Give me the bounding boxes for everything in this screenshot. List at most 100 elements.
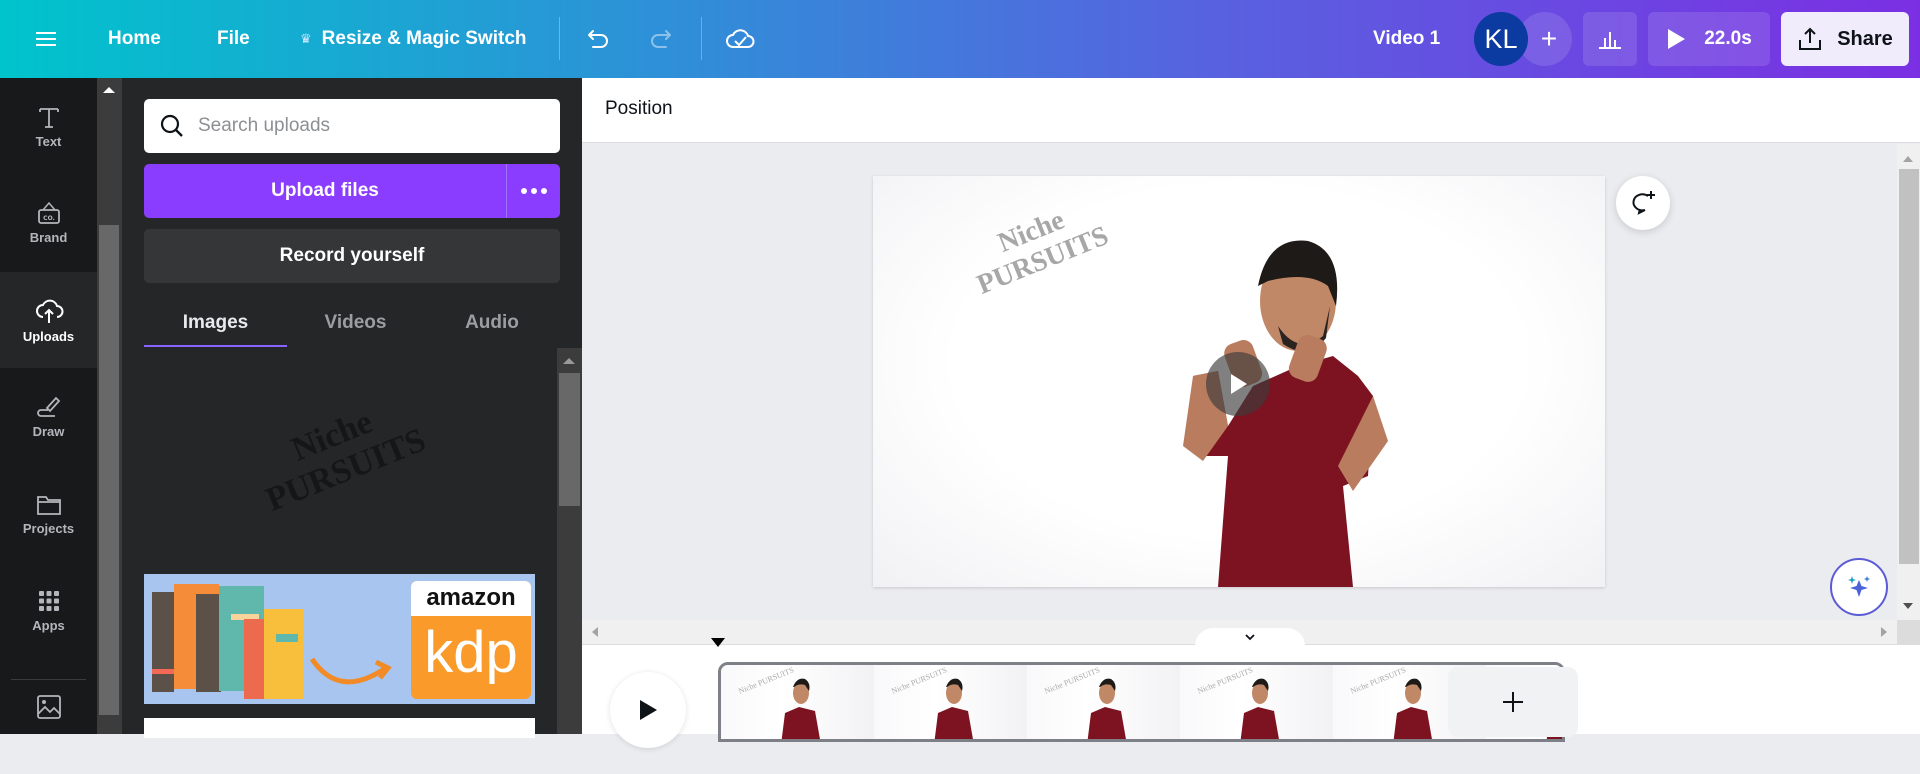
chevron-down-icon — [1245, 634, 1255, 641]
video-clip[interactable]: Niche PURSUITS Niche PURSUITS Niche PURSUI… — [718, 662, 1565, 742]
play-icon — [640, 700, 657, 720]
frame-person-thumbnail — [1087, 678, 1126, 739]
scrollbar-thumb[interactable] — [1899, 169, 1919, 564]
frame-person-thumbnail — [781, 678, 820, 739]
redo-button[interactable] — [643, 19, 679, 59]
bar-chart-icon — [1599, 32, 1621, 49]
sidebar-scrollbar[interactable] — [97, 78, 122, 734]
redo-icon — [651, 30, 671, 48]
scroll-up-arrow[interactable] — [1903, 156, 1913, 162]
hamburger-menu-icon — [36, 28, 56, 50]
record-yourself-button[interactable]: Record yourself — [144, 229, 560, 283]
search-uploads-input[interactable] — [198, 115, 538, 137]
plus-icon: + — [1540, 23, 1558, 54]
watermark-text: Niche PURSUITS — [247, 387, 431, 519]
scroll-right-arrow[interactable] — [1881, 627, 1887, 637]
tab-audio[interactable]: Audio — [424, 300, 560, 346]
resize-magic-switch-button[interactable]: ♛ Resize & Magic Switch — [300, 0, 527, 78]
timeline-toggle-button[interactable] — [1195, 628, 1305, 646]
folder-icon — [36, 495, 61, 515]
crown-icon: ♛ — [300, 31, 312, 46]
sidebar-item-draw[interactable]: Draw — [0, 368, 97, 464]
home-button[interactable]: Home — [108, 0, 161, 78]
sidebar-item-text[interactable]: Text — [0, 78, 97, 174]
add-page-button[interactable] — [1448, 667, 1578, 737]
sidebar-item-label: Projects — [22, 520, 75, 536]
draw-icon — [36, 396, 60, 417]
frame-person-thumbnail — [1240, 678, 1279, 739]
text-icon — [38, 107, 59, 128]
tab-images[interactable]: Images — [144, 300, 287, 346]
svg-text:CO.: CO. — [43, 215, 55, 222]
timeline-frame: Niche PURSUITS — [1180, 665, 1333, 739]
left-sidebar: Text CO. Brand Uploads Draw Projects App… — [0, 78, 97, 734]
user-avatar[interactable]: KL — [1474, 12, 1528, 66]
upload-thumbnail[interactable] — [144, 718, 535, 738]
sidebar-item-apps[interactable]: Apps — [0, 562, 97, 658]
timeline-frame: Niche PURSUITS — [1027, 665, 1180, 739]
panel-scrollbar[interactable] — [557, 348, 582, 734]
play-duration: 22.0s — [1704, 28, 1752, 49]
add-comment-icon — [1632, 191, 1655, 215]
brand-icon: CO. — [37, 201, 60, 224]
sidebar-item-label: Uploads — [22, 328, 75, 344]
add-comment-button[interactable] — [1616, 176, 1670, 230]
scrollbar-corner — [1897, 620, 1920, 645]
position-button[interactable]: Position — [605, 98, 673, 120]
upload-thumbnail-kdp[interactable]: amazon kdp — [144, 574, 535, 704]
scroll-up-arrow[interactable] — [563, 358, 575, 364]
search-uploads-field[interactable] — [144, 99, 560, 153]
document-title[interactable]: Video 1 — [1373, 0, 1440, 78]
kdp-brand-top: amazon — [426, 584, 516, 611]
undo-icon — [588, 30, 608, 48]
active-tab-indicator — [144, 345, 287, 347]
scroll-down-arrow[interactable] — [1903, 603, 1913, 609]
sidebar-item-label: Apps — [32, 617, 65, 633]
sidebar-item-photos[interactable] — [0, 678, 97, 774]
sparkle-icon — [1848, 576, 1870, 597]
scrollbar-thumb[interactable] — [99, 225, 119, 715]
share-button[interactable]: Share — [1781, 12, 1909, 66]
timeline: Niche PURSUITS Niche PURSUITS Niche PURSUI… — [582, 638, 1920, 748]
timeline-playhead[interactable] — [711, 638, 725, 647]
video-play-button[interactable] — [1206, 352, 1270, 416]
tab-videos[interactable]: Videos — [287, 300, 424, 346]
header-divider — [559, 17, 560, 60]
upload-type-tabs: Images Videos Audio — [144, 300, 560, 348]
frame-person-thumbnail — [1393, 678, 1432, 739]
sidebar-item-brand[interactable]: CO. Brand — [0, 174, 97, 270]
main-menu-button[interactable] — [36, 0, 62, 78]
canvas-workspace: Niche PURSUITS — [582, 144, 1897, 620]
sidebar-item-uploads[interactable]: Uploads — [0, 272, 97, 368]
video-person-image — [1183, 240, 1388, 587]
plus-icon — [1503, 692, 1523, 712]
scrollbar-thumb[interactable] — [559, 373, 580, 506]
play-icon — [1231, 374, 1247, 394]
scroll-left-arrow[interactable] — [592, 627, 598, 637]
undo-button[interactable] — [580, 19, 616, 59]
scroll-up-arrow[interactable] — [103, 87, 115, 93]
design-canvas[interactable]: Niche PURSUITS — [873, 176, 1605, 587]
upload-more-options-button[interactable] — [506, 164, 560, 218]
present-play-button[interactable]: 22.0s — [1648, 12, 1770, 66]
save-status-button[interactable] — [720, 19, 760, 59]
frame-person-thumbnail — [934, 678, 973, 739]
kdp-brand-bottom: kdp — [424, 620, 518, 685]
sidebar-item-projects[interactable]: Projects — [0, 466, 97, 562]
share-label: Share — [1837, 27, 1893, 50]
magic-assistant-button[interactable] — [1830, 558, 1888, 616]
cloud-check-icon — [726, 29, 755, 48]
sidebar-item-label: Brand — [29, 229, 68, 245]
canvas-vertical-scrollbar[interactable] — [1897, 144, 1920, 620]
insights-button[interactable] — [1583, 12, 1637, 66]
context-toolbar: Position — [582, 78, 1920, 143]
cloud-upload-icon — [35, 299, 63, 323]
more-horizontal-icon — [520, 188, 547, 194]
file-menu-button[interactable]: File — [217, 0, 250, 78]
upload-files-button[interactable]: Upload files — [144, 164, 506, 218]
upload-thumbnail-watermark[interactable]: Niche PURSUITS — [144, 378, 534, 528]
search-icon — [160, 114, 183, 137]
share-upload-icon — [1799, 27, 1822, 50]
sidebar-item-label: Text — [35, 133, 62, 149]
timeline-play-button[interactable] — [610, 672, 686, 748]
